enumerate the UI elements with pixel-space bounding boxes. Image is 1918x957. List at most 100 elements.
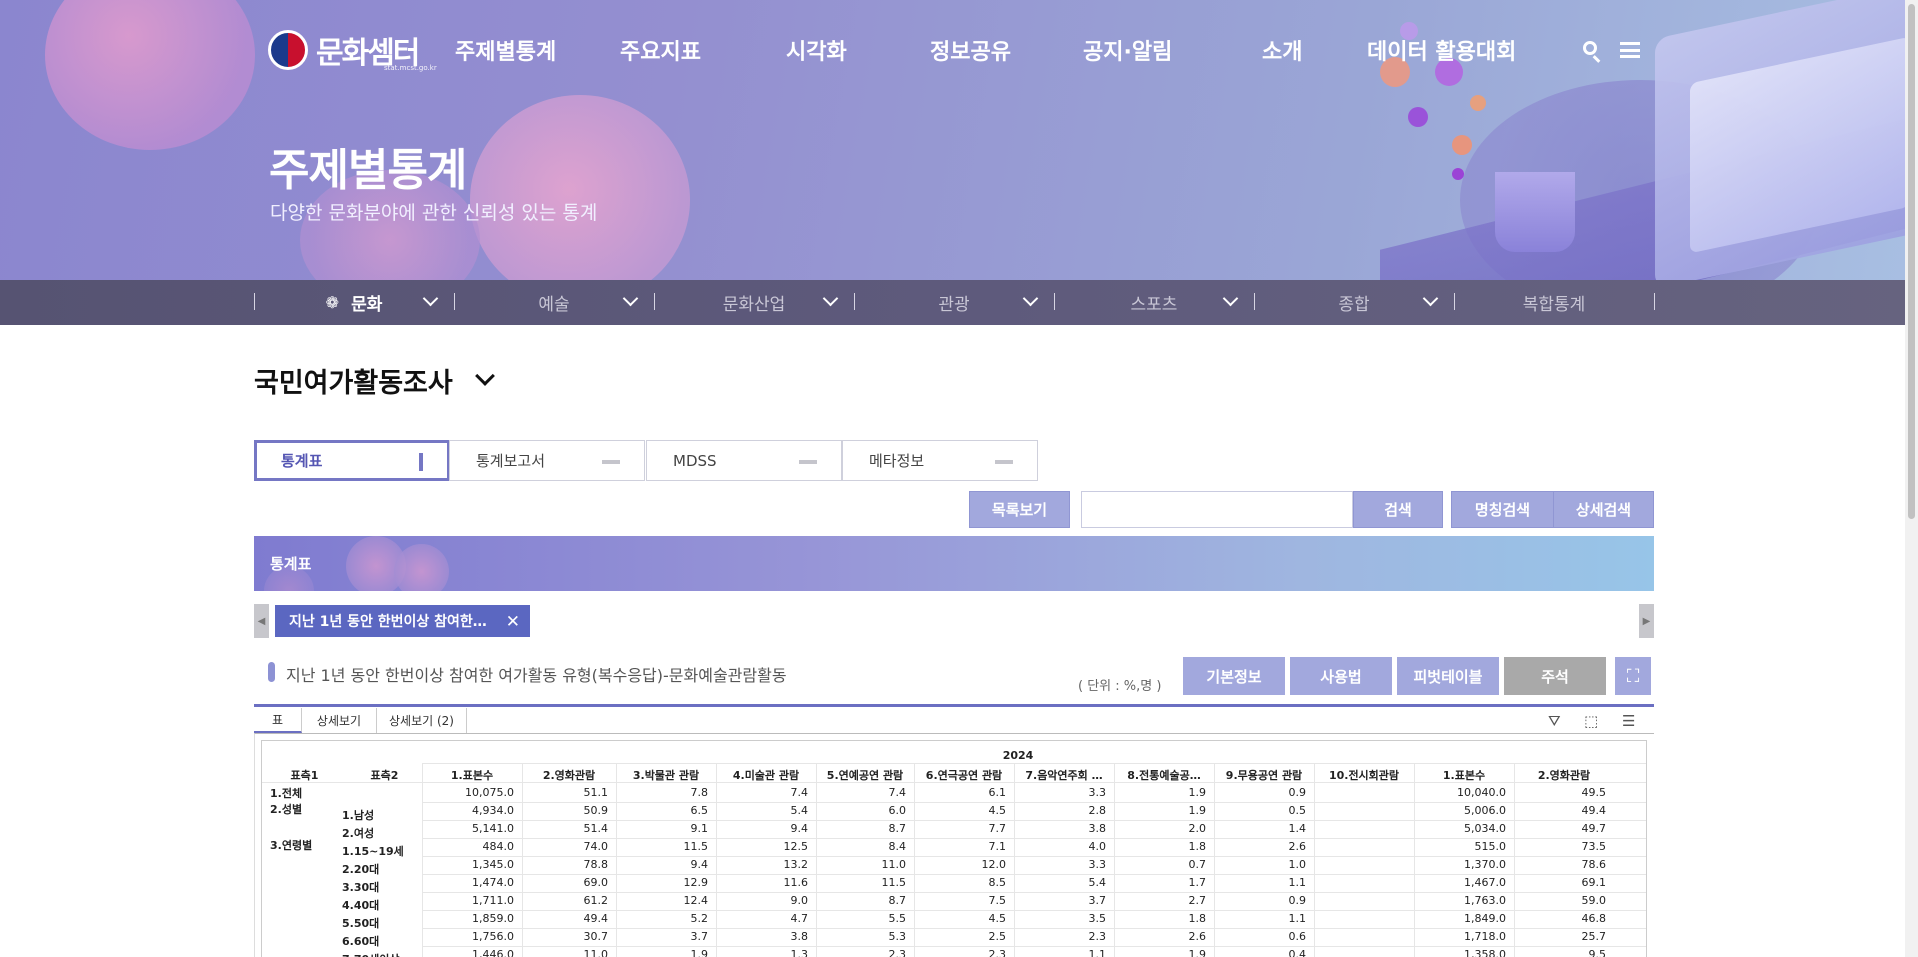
- table-tab-label: 지난 1년 동안 한번이상 참여한…: [289, 614, 487, 630]
- table-cell: 1.1: [1288, 912, 1307, 925]
- scroll-left-arrow-icon[interactable]: ◀: [254, 604, 269, 638]
- row-divider: [422, 856, 1646, 857]
- usage-button[interactable]: 사용법: [1290, 657, 1392, 695]
- table-cell: 8.7: [888, 822, 907, 835]
- view-tab-detail[interactable]: 상세보기: [302, 708, 377, 733]
- column-header: 9.무용공연 관람: [1225, 769, 1303, 782]
- row-header-1: 표측1: [290, 769, 319, 782]
- chevron-down-icon[interactable]: [475, 366, 495, 386]
- tab-mdss[interactable]: MDSS: [646, 440, 842, 481]
- tab-stat-table[interactable]: 통계표: [254, 440, 450, 481]
- open-table-tab[interactable]: 지난 1년 동안 한번이상 참여한… ✕: [275, 605, 530, 637]
- tab-label: MDSS: [673, 451, 717, 470]
- search-button[interactable]: 검색: [1353, 491, 1443, 528]
- table-cell: 11.0: [881, 858, 907, 871]
- table-cell: 5.2: [690, 912, 709, 925]
- tab-stat-report[interactable]: 통계보고서: [449, 440, 645, 481]
- gnb-item-visualization[interactable]: 시각화: [786, 34, 847, 66]
- table-cell: 12.9: [683, 876, 709, 889]
- table-cell: 1,718.0: [1464, 930, 1506, 943]
- table-cell: 59.0: [1581, 894, 1607, 907]
- hamburger-menu-icon[interactable]: [1620, 42, 1640, 58]
- notes-button[interactable]: 주석: [1504, 657, 1606, 695]
- category-sports[interactable]: 스포츠: [1054, 280, 1254, 325]
- view-tab-table[interactable]: 표: [254, 708, 302, 733]
- category-culture[interactable]: ❁ 문화: [254, 280, 454, 325]
- view-tab-detail-2[interactable]: 상세보기 (2): [377, 708, 467, 733]
- header-divider: [262, 782, 1646, 783]
- fullscreen-icon[interactable]: ⛶: [1615, 657, 1651, 695]
- column-divider: [1514, 763, 1515, 957]
- column-header: 8.전통예술공…: [1127, 769, 1201, 782]
- survey-title[interactable]: 국민여가활동조사: [254, 361, 453, 400]
- scroll-right-arrow-icon[interactable]: ▶: [1639, 604, 1654, 638]
- table-cell: 0.9: [1288, 786, 1307, 799]
- table-cell: 1.9: [1188, 804, 1207, 817]
- table-cell: 5.3: [888, 930, 907, 943]
- gnb-item-data-contest[interactable]: 데이터 활용대회: [1367, 34, 1516, 66]
- site-logo[interactable]: 문화셈터 stat.mcst.go.kr: [268, 28, 437, 72]
- close-icon[interactable]: ✕: [506, 612, 520, 632]
- table-cell: 5,034.0: [1464, 822, 1506, 835]
- page-title: 주제별통계: [269, 145, 467, 196]
- table-cell: 3.3: [1088, 786, 1107, 799]
- table-cell: 7.1: [988, 840, 1007, 853]
- row-label-level2: 7.70세이상: [342, 951, 400, 957]
- table-cell: 6.1: [988, 786, 1007, 799]
- row-label-level2: 6.60대: [342, 935, 380, 948]
- divider: [1454, 293, 1455, 310]
- table-cell: 1.9: [690, 948, 709, 957]
- gnb-item-topic-stats[interactable]: 주제별통계: [455, 34, 556, 66]
- basic-info-button[interactable]: 기본정보: [1183, 657, 1285, 695]
- column-header: 5.연예공연 관람: [826, 769, 904, 782]
- table-cell: 1,446.0: [472, 948, 514, 957]
- gnb-item-info-sharing[interactable]: 정보공유: [930, 34, 1011, 66]
- filter-icon[interactable]: ⛛: [1548, 712, 1561, 730]
- row-divider: [422, 910, 1646, 911]
- section-banner: 통계표: [254, 536, 1654, 591]
- gnb-item-key-indicators[interactable]: 주요지표: [620, 34, 701, 66]
- table-cell: 49.4: [1581, 804, 1607, 817]
- decorative-dot: [1452, 135, 1472, 155]
- category-general[interactable]: 종합: [1254, 280, 1454, 325]
- table-title: 지난 1년 동안 한번이상 참여한 여가활동 유형(복수응답)-문화예술관람활동: [286, 666, 787, 685]
- table-cell: 51.1: [583, 786, 609, 799]
- category-tourism[interactable]: 관광: [854, 280, 1054, 325]
- tab-meta-info[interactable]: 메타정보: [842, 440, 1038, 481]
- row-divider: [422, 802, 1646, 803]
- column-divider: [1014, 763, 1015, 957]
- category-arts[interactable]: 예술: [454, 280, 654, 325]
- search-input[interactable]: [1081, 491, 1353, 528]
- row-label-level1: 1.전체: [270, 787, 303, 800]
- hero-banner: 문화셈터 stat.mcst.go.kr 주제별통계 주요지표 시각화 정보공유…: [0, 0, 1918, 280]
- category-culture-industry[interactable]: 문화산업: [654, 280, 854, 325]
- list-view-button[interactable]: 목록보기: [969, 491, 1070, 528]
- detail-search-button[interactable]: 상세검색: [1553, 491, 1654, 528]
- table-cell: 1,756.0: [472, 930, 514, 943]
- category-composite[interactable]: 복합통계: [1454, 280, 1654, 325]
- search-icon[interactable]: [1583, 41, 1597, 55]
- name-search-button[interactable]: 명칭검색: [1451, 491, 1554, 528]
- selection-icon[interactable]: ⬚: [1584, 712, 1598, 730]
- table-cell: 2.6: [1188, 930, 1207, 943]
- row-divider: [422, 838, 1646, 839]
- table-cell: 8.7: [888, 894, 907, 907]
- menu-list-icon[interactable]: ☰: [1622, 712, 1635, 730]
- row-label-level2: 2.20대: [342, 863, 380, 876]
- table-cell: 49.5: [1581, 786, 1607, 799]
- data-grid: 2024 표측1 표측2 1.표본수 2.영화관람 3.박물관 관람 4.미술관 관람 5.연…: [254, 733, 1654, 957]
- pivot-table-button[interactable]: 피벗테이블: [1397, 657, 1499, 695]
- table-cell: 1.1: [1088, 948, 1107, 957]
- table-cell: 10,075.0: [465, 786, 514, 799]
- table-cell: 7.4: [790, 786, 809, 799]
- row-label-level2: 2.여성: [342, 827, 375, 840]
- table-cell: 7.7: [988, 822, 1007, 835]
- table-cell: 7.8: [690, 786, 709, 799]
- table-cell: 2.6: [1288, 840, 1307, 853]
- chevron-down-icon: [1222, 290, 1239, 307]
- gnb-item-notice[interactable]: 공지·알림: [1083, 34, 1172, 66]
- scrollbar-thumb[interactable]: [1908, 4, 1915, 519]
- gnb-item-about[interactable]: 소개: [1262, 34, 1302, 66]
- table-cell: 9.4: [790, 822, 809, 835]
- table-cell: 4.7: [790, 912, 809, 925]
